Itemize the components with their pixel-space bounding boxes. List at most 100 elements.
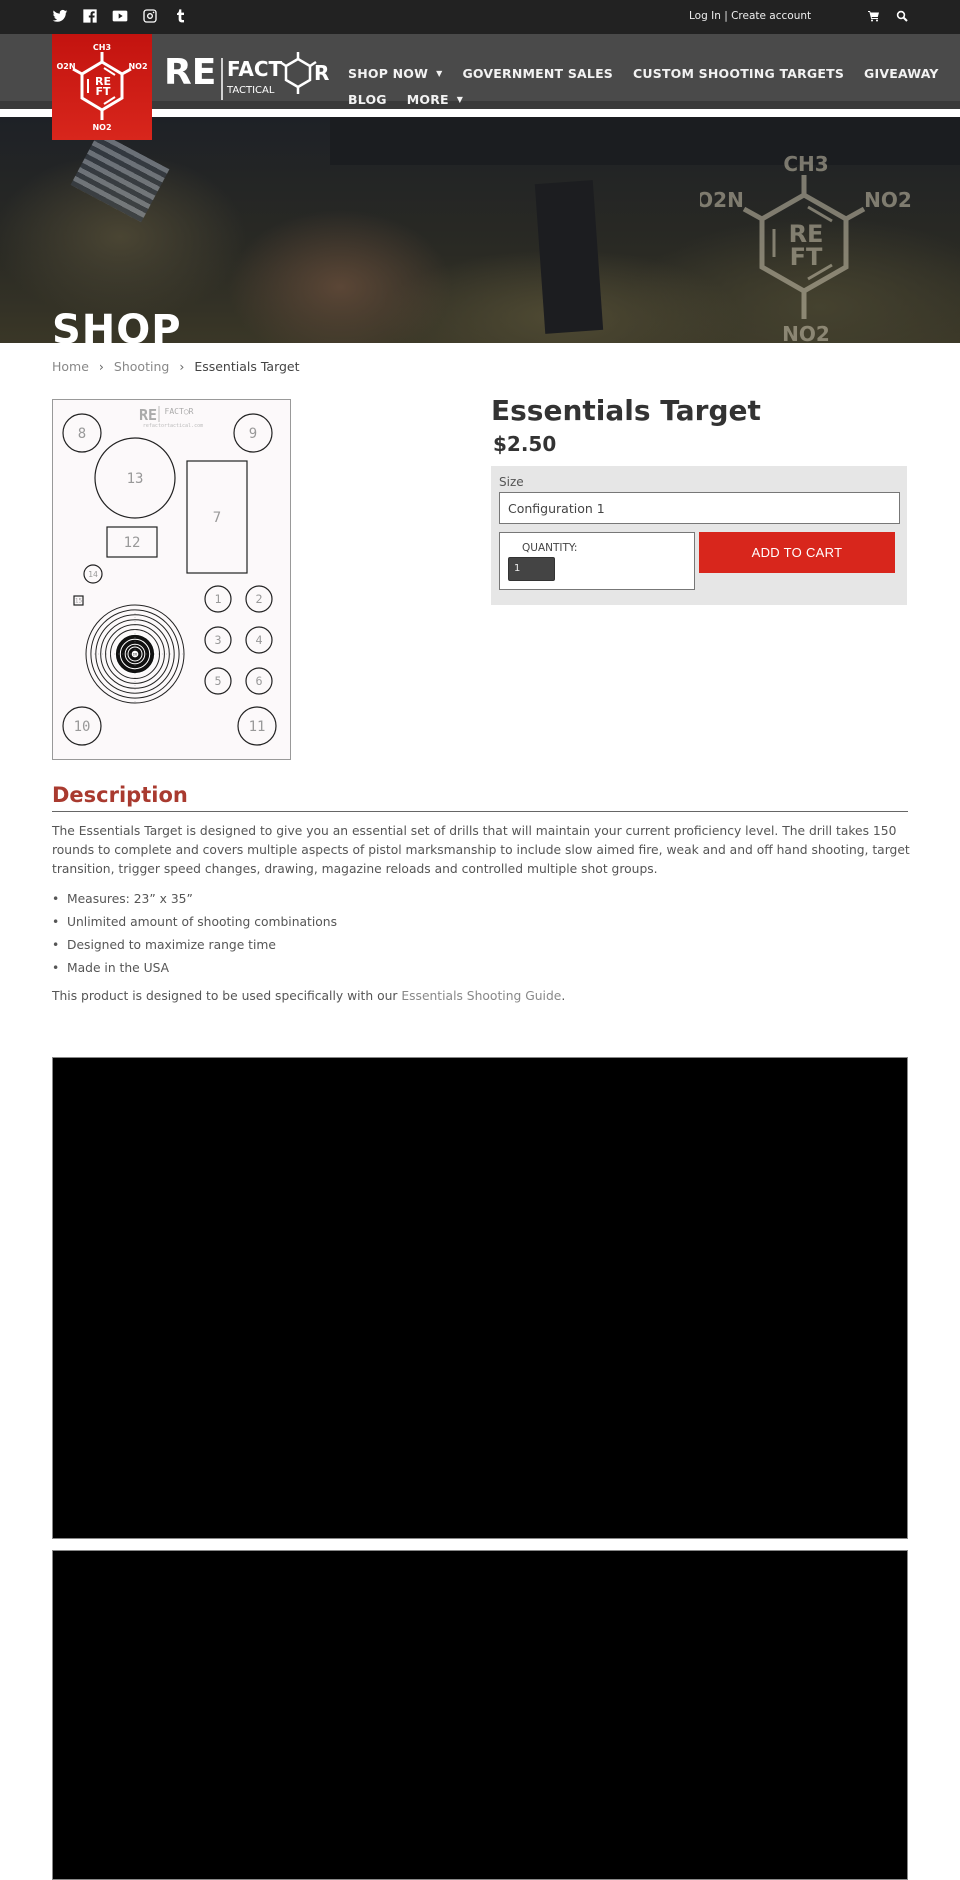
target-zone-label: 15 xyxy=(75,598,83,605)
target-brand-factor: FACT◯R xyxy=(165,407,194,416)
description-footer: This product is designed to be used spec… xyxy=(52,987,910,1006)
brand-wordmark[interactable]: RE FACT TACTICAL R xyxy=(164,42,334,106)
size-select[interactable]: Configuration 1 xyxy=(499,492,900,524)
target-brand-url: refactortactical.com xyxy=(143,423,203,429)
quantity-input[interactable]: 1 xyxy=(508,557,555,581)
target-zone-label: 12 xyxy=(124,535,141,551)
nav-label: GOVERNMENT SALES xyxy=(462,65,614,81)
target-zone-label: 2 xyxy=(255,592,262,606)
description-divider xyxy=(52,811,908,812)
size-label: Size xyxy=(499,475,524,489)
target-zone-label: 7 xyxy=(213,510,221,526)
twitter-icon[interactable] xyxy=(52,8,68,24)
emblem-left-label: O2N xyxy=(56,62,75,71)
nav-label: BLOG xyxy=(348,91,387,107)
target-zone-label: 8 xyxy=(78,426,86,442)
chevron-down-icon: ▼ xyxy=(456,94,464,104)
cart-icon[interactable] xyxy=(868,10,880,22)
target-zone-label: 1 xyxy=(214,592,221,606)
target-zone-label: 9 xyxy=(249,426,257,442)
target-zone-label: 3 xyxy=(214,633,221,647)
brand-logo-emblem[interactable]: CH3 O2N NO2 NO2 RE FT xyxy=(52,34,152,140)
wordmark-fact: FACT xyxy=(227,57,283,81)
hero-emblem-center-bottom: FT xyxy=(790,243,823,271)
description-paragraph: The Essentials Target is designed to giv… xyxy=(52,824,910,876)
account-separator: | xyxy=(724,10,728,22)
top-bar: Log In | Create account xyxy=(0,0,960,34)
login-link[interactable]: Log In xyxy=(689,10,721,22)
hero-emblem-left: O2N xyxy=(700,188,744,212)
feature-list: Measures: 23” x 35” Unlimited amount of … xyxy=(52,888,910,980)
nav-government-sales[interactable]: GOVERNMENT SALES xyxy=(462,66,613,81)
nav-label: GIVEAWAY xyxy=(864,65,939,81)
wordmark-tactical: TACTICAL xyxy=(226,85,275,96)
target-illustration: RE FACT◯R refactortactical.com 1 23 45 678 9… xyxy=(62,406,277,746)
breadcrumb-shooting[interactable]: Shooting xyxy=(114,359,169,374)
hero-emblem-top: CH3 xyxy=(783,152,828,176)
wordmark-re: RE xyxy=(164,52,216,93)
emblem-bottom-label: NO2 xyxy=(92,123,111,132)
tumblr-icon[interactable] xyxy=(172,8,188,24)
nav-blog[interactable]: BLOG xyxy=(348,92,387,107)
nav-label: SHOP NOW xyxy=(348,65,429,81)
target-zone-label: 4 xyxy=(255,633,262,647)
feature-item: Measures: 23” x 35” xyxy=(52,888,910,911)
feature-item: Unlimited amount of shooting combination… xyxy=(52,911,910,934)
breadcrumb-home[interactable]: Home xyxy=(52,359,89,374)
hero-emblem-bottom: NO2 xyxy=(782,322,830,343)
nav-giveaway[interactable]: GIVEAWAY xyxy=(864,66,939,81)
add-to-cart-form: Size Configuration 1 QUANTITY: 1 ADD TO … xyxy=(491,466,907,605)
instagram-icon[interactable] xyxy=(142,8,158,24)
emblem-right-label: NO2 xyxy=(128,62,147,71)
quantity-label: QUANTITY: xyxy=(522,542,578,554)
account-links: Log In | Create account xyxy=(689,10,811,22)
main-nav: SHOP NOW ▼ GOVERNMENT SALES CUSTOM SHOOTI… xyxy=(348,60,938,112)
feature-item: Designed to maximize range time xyxy=(52,934,910,957)
breadcrumb-separator: › xyxy=(179,359,185,374)
target-zone-label: 11 xyxy=(249,719,266,735)
nav-label: CUSTOM SHOOTING TARGETS xyxy=(633,65,845,81)
description-body: The Essentials Target is designed to giv… xyxy=(52,822,910,1015)
product-price: $2.50 xyxy=(493,432,557,456)
target-zone-label: 14 xyxy=(88,569,98,579)
nav-shop-now[interactable]: SHOP NOW ▼ xyxy=(348,66,442,81)
product-image[interactable]: RE FACT◯R refactortactical.com 123456789… xyxy=(52,399,291,760)
product-title: Essentials Target xyxy=(491,394,761,427)
social-links xyxy=(52,8,188,24)
chevron-down-icon: ▼ xyxy=(436,68,443,78)
description-heading: Description xyxy=(52,783,188,807)
nav-custom-shooting-targets[interactable]: CUSTOM SHOOTING TARGETS xyxy=(633,66,844,81)
facebook-icon[interactable] xyxy=(82,8,98,24)
target-zone-label: 13 xyxy=(127,471,144,487)
target-zone-label: 5 xyxy=(214,674,221,688)
hero-emblem-right: NO2 xyxy=(864,188,912,212)
emblem-top-label: CH3 xyxy=(93,43,111,52)
shooting-guide-link[interactable]: Essentials Shooting Guide xyxy=(401,989,561,1003)
youtube-icon[interactable] xyxy=(112,8,128,24)
nav-row-1: SHOP NOW ▼ GOVERNMENT SALES CUSTOM SHOOTI… xyxy=(348,60,938,86)
add-to-cart-button[interactable]: ADD TO CART xyxy=(699,532,895,573)
hero-emblem-watermark: CH3 O2N NO2 NO2 RE FT xyxy=(700,137,920,343)
nav-more[interactable]: MORE ▼ xyxy=(407,92,463,107)
nav-row-2: BLOG MORE ▼ xyxy=(348,86,928,112)
create-account-link[interactable]: Create account xyxy=(731,10,811,22)
feature-item: Made in the USA xyxy=(52,957,910,980)
hero-photo-flag-patch xyxy=(70,131,170,223)
search-icon[interactable] xyxy=(896,10,908,22)
target-brand-re: RE xyxy=(139,406,157,424)
breadcrumb: Home › Shooting › Essentials Target xyxy=(52,359,300,374)
hero-photo-magazine xyxy=(534,180,604,334)
target-zone-label: 6 xyxy=(255,674,262,688)
quantity-box: QUANTITY: 1 xyxy=(499,532,695,590)
hero-banner: CH3 O2N NO2 NO2 RE FT SHOP xyxy=(0,117,960,343)
nav-label: MORE xyxy=(406,91,449,107)
footer-suffix: . xyxy=(561,989,566,1003)
breadcrumb-separator: › xyxy=(98,359,104,374)
footer-prefix: This product is designed to be used spec… xyxy=(52,989,402,1003)
target-zone-label: 10 xyxy=(74,719,91,735)
breadcrumb-current: Essentials Target xyxy=(194,359,300,374)
page-title: SHOP xyxy=(52,307,182,343)
emblem-center-bottom: FT xyxy=(95,85,111,98)
video-embed-1[interactable] xyxy=(52,1057,908,1539)
video-embed-2[interactable] xyxy=(52,1550,908,1880)
